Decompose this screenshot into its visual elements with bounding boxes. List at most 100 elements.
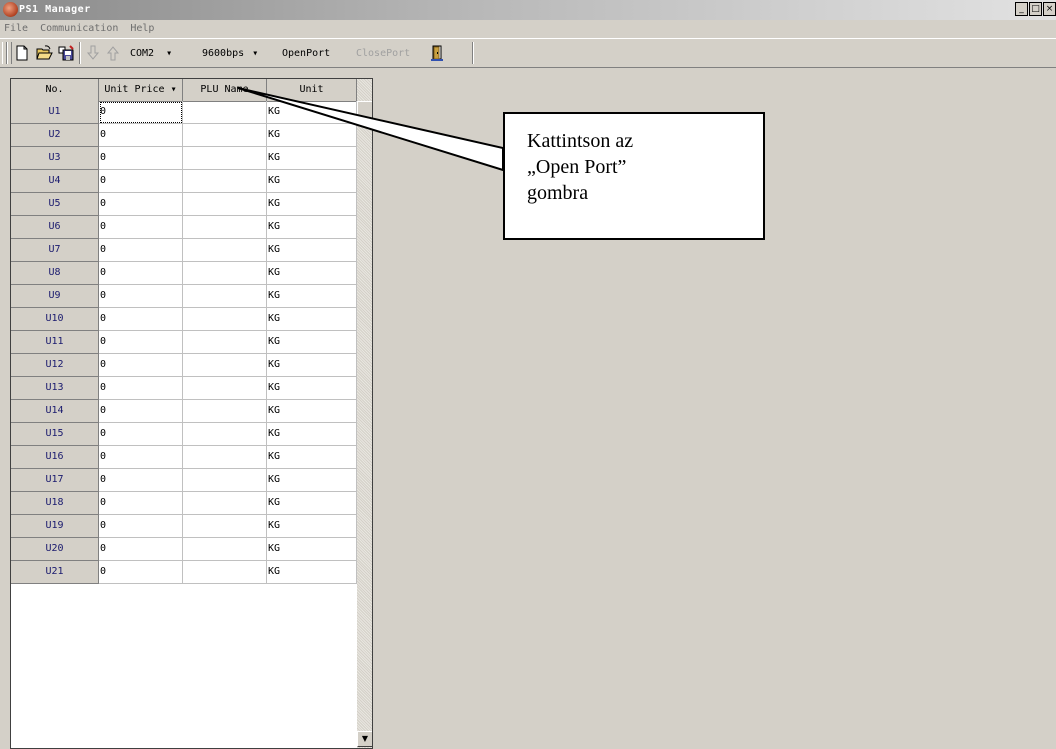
plu-name-cell[interactable] (183, 285, 267, 308)
plu-name-cell[interactable] (183, 239, 267, 262)
plu-name-cell[interactable] (183, 423, 267, 446)
unit-price-cell[interactable]: 0 (99, 423, 183, 446)
unit-price-cell[interactable]: 0 (99, 377, 183, 400)
plu-name-cell[interactable] (183, 193, 267, 216)
unit-price-cell[interactable]: 0 (99, 124, 183, 147)
open-port-button[interactable]: OpenPort (282, 44, 330, 64)
unit-price-cell[interactable]: 0 (99, 216, 183, 239)
unit-price-cell[interactable]: 0 (99, 400, 183, 423)
exit-door-icon[interactable] (428, 44, 446, 62)
table-row[interactable]: U17 0 KG (11, 469, 357, 492)
row-number[interactable]: U15 (11, 423, 99, 446)
vertical-scrollbar[interactable]: ▼ (357, 79, 372, 748)
row-number[interactable]: U7 (11, 239, 99, 262)
unit-price-cell[interactable]: 0 (99, 446, 183, 469)
unit-price-cell[interactable]: 0 (99, 492, 183, 515)
unit-cell[interactable]: KG (267, 423, 357, 446)
scroll-thumb[interactable] (357, 101, 372, 123)
baud-select[interactable]: 9600bps ▾ (202, 44, 258, 64)
table-row[interactable]: U11 0 KG (11, 331, 357, 354)
menu-communication[interactable]: Communication (40, 20, 118, 38)
row-number[interactable]: U20 (11, 538, 99, 561)
unit-cell[interactable]: KG (267, 561, 357, 584)
row-number[interactable]: U10 (11, 308, 99, 331)
plu-name-cell[interactable] (183, 446, 267, 469)
unit-cell[interactable]: KG (267, 262, 357, 285)
table-row[interactable]: U15 0 KG (11, 423, 357, 446)
row-number[interactable]: U12 (11, 354, 99, 377)
row-number[interactable]: U18 (11, 492, 99, 515)
unit-price-cell[interactable]: 0 (99, 285, 183, 308)
table-row[interactable]: U18 0 KG (11, 492, 357, 515)
row-number[interactable]: U11 (11, 331, 99, 354)
plu-name-cell[interactable] (183, 170, 267, 193)
unit-cell[interactable]: KG (267, 354, 357, 377)
port-select[interactable]: COM2 ▾ (130, 44, 172, 64)
table-row[interactable]: U12 0 KG (11, 354, 357, 377)
row-number[interactable]: U13 (11, 377, 99, 400)
menu-help[interactable]: Help (130, 20, 154, 38)
row-number[interactable]: U17 (11, 469, 99, 492)
row-number[interactable]: U3 (11, 147, 99, 170)
unit-cell[interactable]: KG (267, 170, 357, 193)
arrow-up-icon[interactable] (104, 44, 122, 62)
scroll-down-button[interactable]: ▼ (357, 731, 372, 747)
open-folder-icon[interactable] (35, 44, 53, 62)
table-row[interactable]: U20 0 KG (11, 538, 357, 561)
title-bar[interactable]: PS1 Manager _ □ × (0, 0, 1056, 20)
menu-file[interactable]: File (4, 20, 28, 38)
unit-cell[interactable]: KG (267, 193, 357, 216)
plu-name-cell[interactable] (183, 147, 267, 170)
close-port-button[interactable]: ClosePort (356, 44, 410, 64)
unit-price-cell[interactable]: 0 (99, 262, 183, 285)
unit-cell[interactable]: KG (267, 331, 357, 354)
unit-cell[interactable]: KG (267, 216, 357, 239)
unit-price-cell[interactable]: 0 (99, 515, 183, 538)
row-number[interactable]: U2 (11, 124, 99, 147)
close-button[interactable]: × (1043, 2, 1056, 16)
unit-cell[interactable]: KG (267, 538, 357, 561)
minimize-button[interactable]: _ (1015, 2, 1028, 16)
unit-cell[interactable]: KG (267, 469, 357, 492)
unit-price-cell[interactable]: 0 (99, 193, 183, 216)
column-header-unit-price[interactable]: Unit Price ▾ (99, 79, 183, 102)
table-row[interactable]: U9 0 KG (11, 285, 357, 308)
unit-price-cell[interactable]: 0 (99, 538, 183, 561)
unit-price-cell[interactable]: 0 (99, 101, 183, 124)
unit-cell[interactable]: KG (267, 492, 357, 515)
unit-price-cell[interactable]: 0 (99, 561, 183, 584)
plu-name-cell[interactable] (183, 400, 267, 423)
row-number[interactable]: U8 (11, 262, 99, 285)
row-number[interactable]: U1 (11, 101, 99, 124)
unit-cell[interactable]: KG (267, 515, 357, 538)
table-row[interactable]: U13 0 KG (11, 377, 357, 400)
unit-price-cell[interactable]: 0 (99, 331, 183, 354)
table-row[interactable]: U4 0 KG (11, 170, 357, 193)
unit-price-cell[interactable]: 0 (99, 354, 183, 377)
table-row[interactable]: U6 0 KG (11, 216, 357, 239)
plu-name-cell[interactable] (183, 262, 267, 285)
plu-name-cell[interactable] (183, 308, 267, 331)
table-row[interactable]: U19 0 KG (11, 515, 357, 538)
table-row[interactable]: U10 0 KG (11, 308, 357, 331)
unit-price-cell[interactable]: 0 (99, 147, 183, 170)
table-row[interactable]: U2 0 KG (11, 124, 357, 147)
table-row[interactable]: U16 0 KG (11, 446, 357, 469)
plu-name-cell[interactable] (183, 331, 267, 354)
unit-price-cell[interactable]: 0 (99, 308, 183, 331)
unit-cell[interactable]: KG (267, 147, 357, 170)
plu-name-cell[interactable] (183, 515, 267, 538)
plu-name-cell[interactable] (183, 216, 267, 239)
unit-cell[interactable]: KG (267, 400, 357, 423)
unit-cell[interactable]: KG (267, 308, 357, 331)
row-number[interactable]: U19 (11, 515, 99, 538)
unit-price-cell[interactable]: 0 (99, 170, 183, 193)
plu-name-cell[interactable] (183, 377, 267, 400)
table-row[interactable]: U1 0 KG (11, 101, 357, 124)
table-row[interactable]: U3 0 KG (11, 147, 357, 170)
plu-name-cell[interactable] (183, 124, 267, 147)
unit-price-cell[interactable]: 0 (99, 469, 183, 492)
unit-cell[interactable]: KG (267, 446, 357, 469)
table-row[interactable]: U14 0 KG (11, 400, 357, 423)
table-row[interactable]: U7 0 KG (11, 239, 357, 262)
